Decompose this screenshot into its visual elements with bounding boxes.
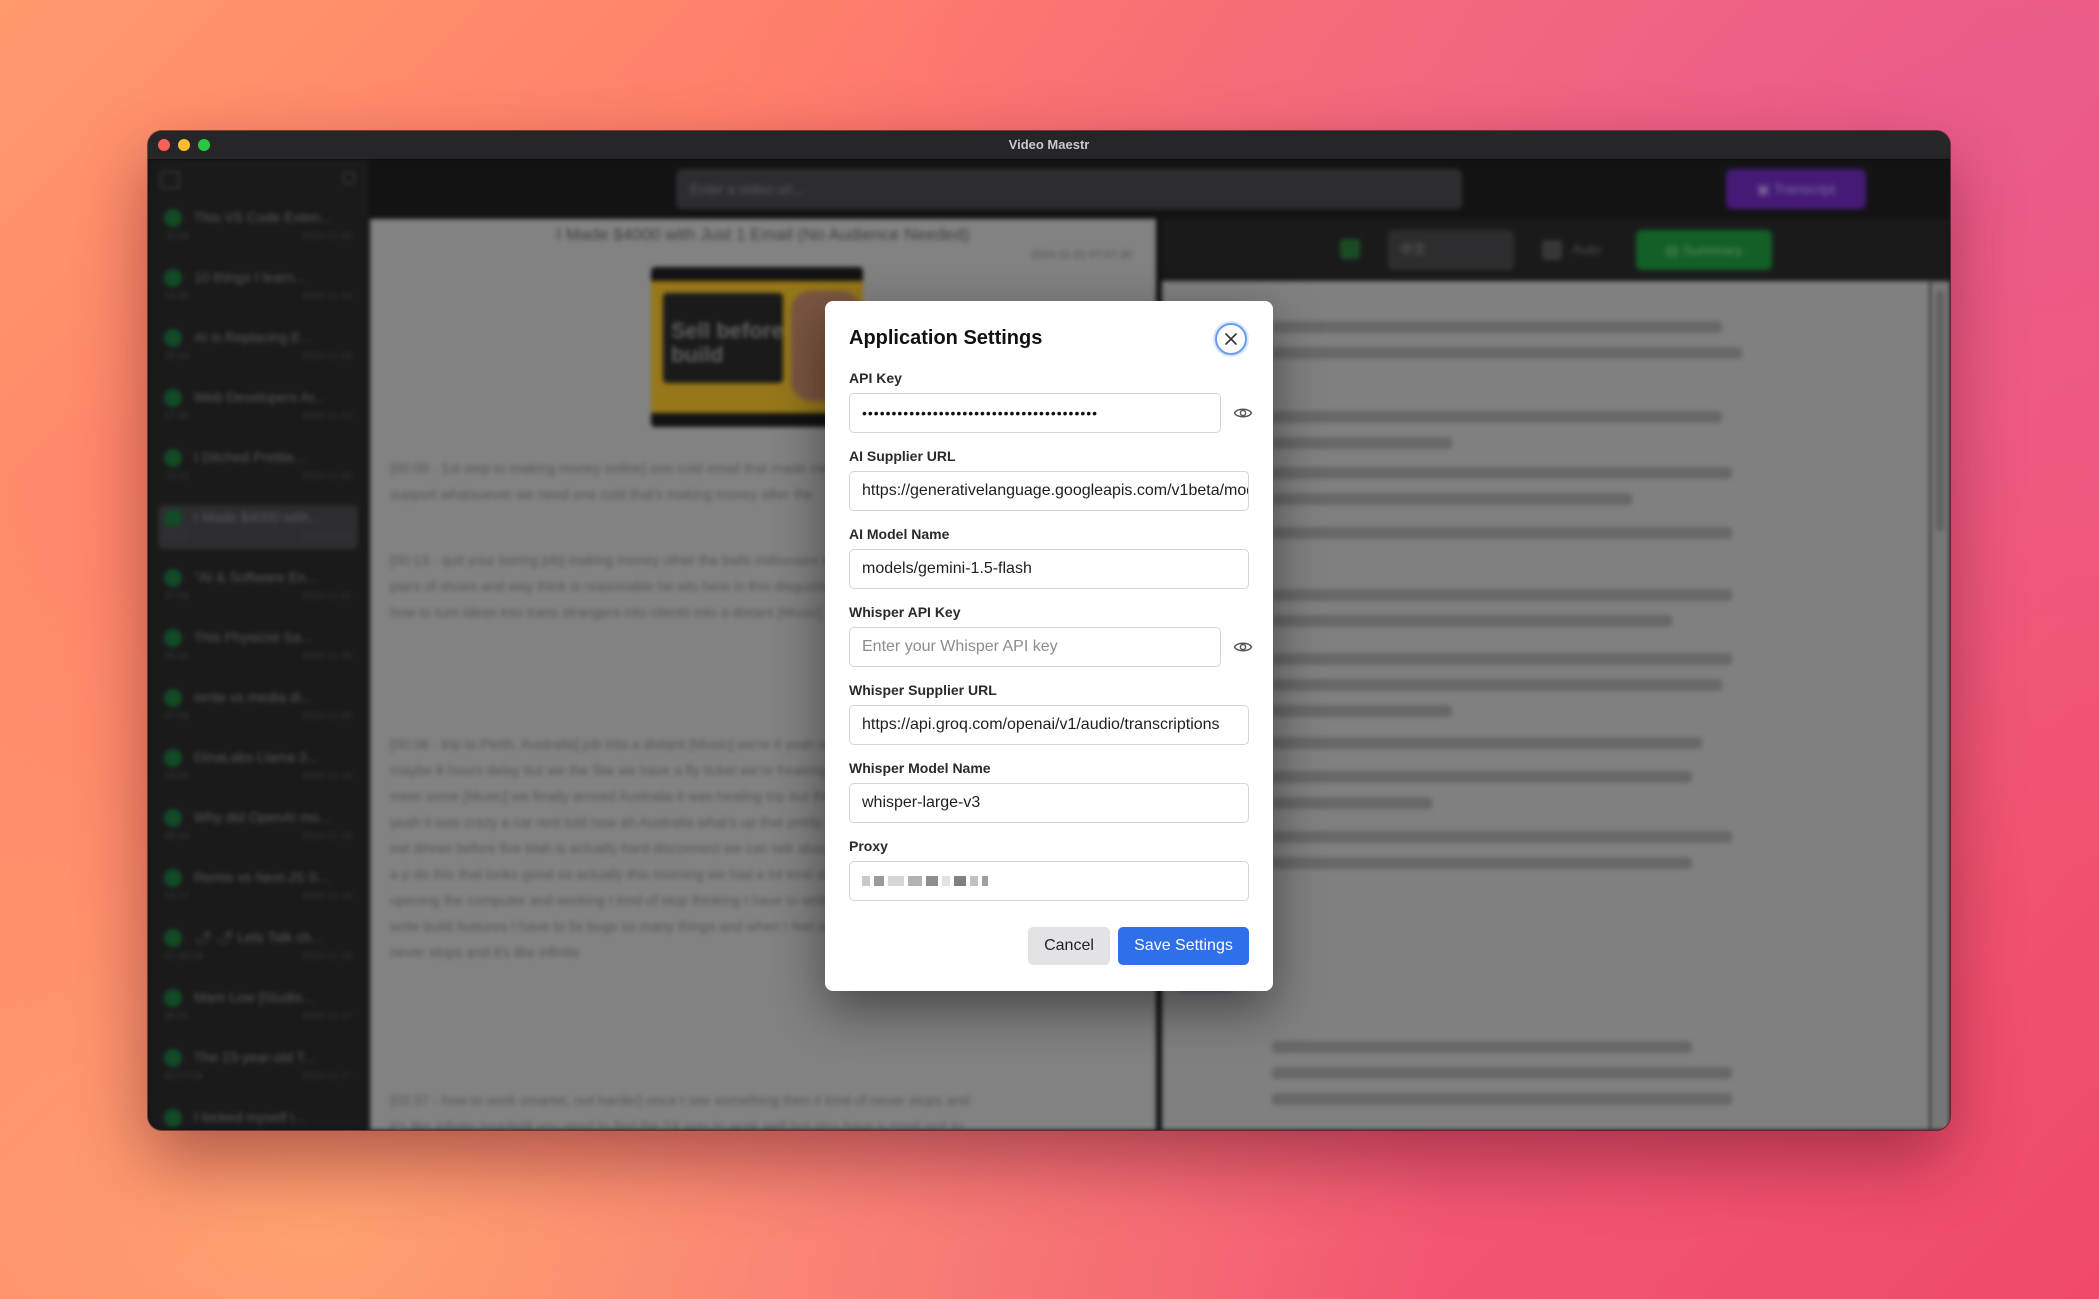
whisper-api-key-input[interactable]: Enter your Whisper API key bbox=[849, 627, 1221, 667]
window-title: Video Maestr bbox=[1008, 137, 1090, 152]
proxy-input[interactable] bbox=[849, 861, 1249, 901]
cancel-button[interactable]: Cancel bbox=[1028, 927, 1110, 965]
show-whisper-key-eye-icon[interactable] bbox=[1233, 637, 1253, 657]
redacted-block bbox=[954, 875, 966, 886]
whisper-supplier-url-label: Whisper Supplier URL bbox=[849, 682, 997, 698]
api-key-label: API Key bbox=[849, 370, 902, 386]
settings-modal: Application Settings API Key •••••••••••… bbox=[825, 301, 1273, 991]
proxy-label: Proxy bbox=[849, 838, 888, 854]
redacted-block bbox=[982, 875, 988, 886]
whisper-supplier-url-input[interactable]: https://api.groq.com/openai/v1/audio/tra… bbox=[849, 705, 1249, 745]
whisper-api-key-label: Whisper API Key bbox=[849, 604, 961, 620]
redacted-block bbox=[942, 875, 950, 886]
redacted-block bbox=[908, 875, 922, 886]
redacted-block bbox=[970, 875, 978, 886]
show-api-key-eye-icon[interactable] bbox=[1233, 403, 1253, 423]
redacted-block bbox=[926, 875, 938, 886]
save-settings-button[interactable]: Save Settings bbox=[1118, 927, 1249, 965]
redacted-block bbox=[888, 875, 904, 886]
redacted-block bbox=[874, 875, 884, 886]
ai-supplier-url-label: AI Supplier URL bbox=[849, 448, 956, 464]
ai-supplier-url-input[interactable]: https://generativelanguage.googleapis.co… bbox=[849, 471, 1249, 511]
ai-model-name-input[interactable]: models/gemini-1.5-flash bbox=[849, 549, 1249, 589]
title-bar: Video Maestr bbox=[148, 131, 1950, 160]
modal-title: Application Settings bbox=[849, 327, 1043, 349]
redacted-block bbox=[862, 875, 870, 886]
whisper-model-name-input[interactable]: whisper-large-v3 bbox=[849, 783, 1249, 823]
api-key-input[interactable]: •••••••••••••••••••••••••••••••••••••••• bbox=[849, 393, 1221, 433]
close-icon bbox=[1225, 333, 1237, 345]
close-modal-button[interactable] bbox=[1215, 323, 1247, 355]
ai-model-name-label: AI Model Name bbox=[849, 526, 950, 542]
whisper-model-name-label: Whisper Model Name bbox=[849, 760, 991, 776]
